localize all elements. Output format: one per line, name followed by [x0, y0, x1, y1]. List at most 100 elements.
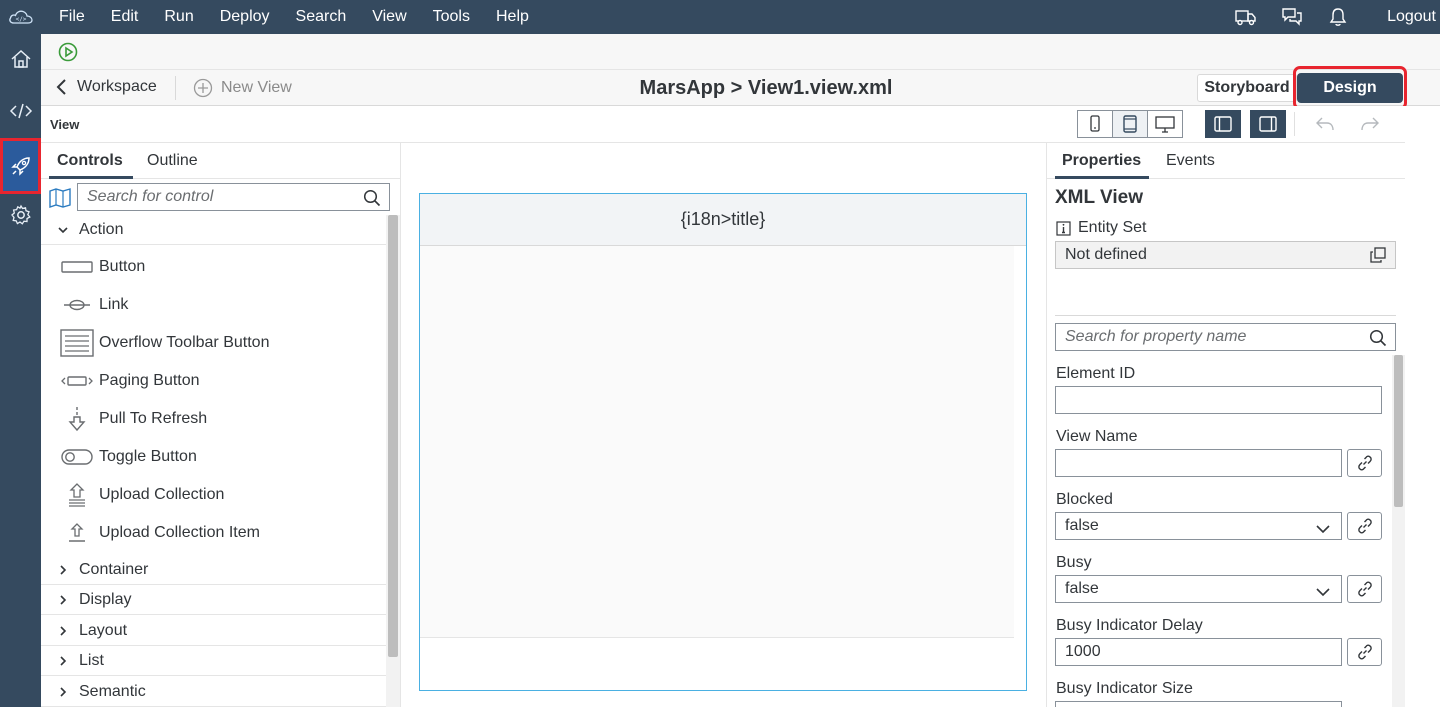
menu-search[interactable]: Search — [296, 8, 347, 26]
control-label: Toggle Button — [99, 448, 197, 465]
chevron-right-icon — [60, 625, 67, 636]
busy-indicator-size-field[interactable] — [1055, 701, 1342, 707]
chevron-right-icon — [60, 564, 67, 575]
group-list[interactable]: List — [41, 646, 386, 676]
group-label: Display — [79, 590, 132, 608]
upload-collection-control-icon — [59, 480, 95, 510]
home-icon[interactable] — [0, 36, 41, 82]
gear-icon[interactable] — [0, 192, 41, 238]
menu-tools[interactable]: Tools — [433, 8, 470, 26]
left-rail — [0, 34, 41, 707]
busy-indicator-delay-label: Busy Indicator Delay — [1056, 617, 1203, 634]
bell-icon[interactable] — [1327, 6, 1349, 28]
link-icon — [1357, 644, 1372, 660]
tab-events[interactable]: Events — [1166, 152, 1215, 170]
menu-file[interactable]: File — [59, 8, 85, 26]
element-id-label: Element ID — [1056, 365, 1136, 382]
chevron-down-icon[interactable] — [1315, 584, 1331, 602]
group-label: Layout — [79, 621, 128, 639]
tab-controls[interactable]: Controls — [57, 152, 123, 170]
control-button[interactable]: Button — [41, 248, 386, 286]
menu-deploy[interactable]: Deploy — [220, 8, 270, 26]
page-header[interactable]: {i18n>title} — [420, 194, 1026, 246]
element-id-field[interactable] — [1055, 386, 1382, 414]
control-upload-collection-item[interactable]: Upload Collection Item — [41, 514, 386, 552]
control-label: Upload Collection — [99, 486, 225, 503]
toggle-right-panel-button[interactable] — [1250, 110, 1286, 138]
library-map-icon[interactable] — [49, 188, 71, 212]
menu-run[interactable]: Run — [164, 8, 193, 26]
design-highlight-frame — [1293, 66, 1407, 110]
scrollbar-thumb[interactable] — [1394, 355, 1403, 507]
control-upload-collection[interactable]: Upload Collection — [41, 476, 386, 514]
blocked-label: Blocked — [1056, 491, 1113, 508]
control-pull-to-refresh[interactable]: Pull To Refresh — [41, 400, 386, 438]
tab-properties[interactable]: Properties — [1062, 152, 1141, 170]
menu-edit[interactable]: Edit — [111, 8, 139, 26]
logout-link[interactable]: Logout — [1387, 8, 1436, 26]
menu-bar: </> File Edit Run Deploy Search View Too… — [0, 0, 1440, 34]
toggle-left-panel-button[interactable] — [1205, 110, 1241, 138]
group-semantic[interactable]: Semantic — [41, 677, 386, 707]
right-frame-edge — [1405, 106, 1440, 707]
group-display[interactable]: Display — [41, 585, 386, 615]
search-icon[interactable] — [1369, 329, 1387, 351]
group-container[interactable]: Container — [41, 555, 386, 585]
chat-bubbles-icon[interactable] — [1281, 6, 1303, 28]
rocket-icon[interactable] — [0, 138, 41, 194]
section-title: XML View — [1055, 187, 1143, 208]
bind-view-name-button[interactable] — [1347, 449, 1382, 477]
group-action[interactable]: Action — [41, 215, 386, 245]
new-view-label: New View — [221, 79, 292, 96]
delivery-truck-icon[interactable] — [1235, 6, 1257, 28]
busy-indicator-delay-field[interactable]: 1000 — [1055, 638, 1342, 666]
info-icon[interactable] — [1056, 220, 1071, 236]
entity-set-label: Entity Set — [1056, 219, 1146, 237]
property-search-input[interactable] — [1056, 324, 1326, 350]
scrollbar-thumb[interactable] — [388, 215, 398, 657]
back-to-workspace-button[interactable]: Workspace — [55, 78, 157, 96]
busy-select[interactable]: false — [1055, 575, 1342, 603]
menu-view[interactable]: View — [372, 8, 406, 26]
undo-icon[interactable] — [1314, 114, 1336, 134]
control-link[interactable]: Link — [41, 286, 386, 324]
back-label: Workspace — [77, 78, 157, 95]
properties-panel: Properties Events XML View Entity Set No… — [1046, 143, 1405, 707]
new-view-button[interactable]: New View — [193, 78, 292, 98]
control-toggle-button[interactable]: Toggle Button — [41, 438, 386, 476]
busy-label: Busy — [1056, 554, 1092, 571]
chevron-down-icon[interactable] — [1315, 521, 1331, 539]
code-editor-icon[interactable] — [0, 88, 41, 134]
redo-icon[interactable] — [1359, 114, 1381, 134]
run-play-icon[interactable] — [58, 42, 78, 62]
desktop-preview-button[interactable] — [1147, 110, 1183, 138]
plus-circle-icon — [193, 78, 213, 98]
blocked-select[interactable]: false — [1055, 512, 1342, 540]
bind-busy-delay-button[interactable] — [1347, 638, 1382, 666]
group-layout[interactable]: Layout — [41, 616, 386, 646]
phone-preview-button[interactable] — [1077, 110, 1113, 138]
active-tab-indicator — [1055, 176, 1149, 179]
bind-blocked-button[interactable] — [1347, 512, 1382, 540]
bind-busy-button[interactable] — [1347, 575, 1382, 603]
storyboard-button[interactable]: Storyboard — [1197, 74, 1297, 102]
controls-scrollbar[interactable] — [386, 215, 400, 707]
pull-to-refresh-control-icon — [59, 404, 95, 434]
copy-icon[interactable] — [1370, 247, 1386, 268]
view-name-field[interactable] — [1055, 449, 1342, 477]
page-content[interactable] — [420, 246, 1014, 638]
cloud-code-logo-icon: </> — [0, 0, 41, 34]
tab-outline[interactable]: Outline — [147, 152, 198, 170]
view-page[interactable]: {i18n>title} — [419, 193, 1027, 691]
properties-scrollbar[interactable] — [1392, 355, 1405, 707]
control-search-input[interactable] — [78, 184, 348, 210]
menu-help[interactable]: Help — [496, 8, 529, 26]
tablet-preview-button[interactable] — [1112, 110, 1148, 138]
group-label: List — [79, 651, 104, 669]
control-overflow-toolbar-button[interactable]: Overflow Toolbar Button — [41, 324, 386, 362]
link-control-icon — [59, 290, 95, 320]
search-icon[interactable] — [363, 189, 381, 211]
design-canvas: {i18n>title} — [402, 143, 1046, 707]
control-paging-button[interactable]: Paging Button — [41, 362, 386, 400]
chevron-right-icon — [60, 594, 67, 605]
